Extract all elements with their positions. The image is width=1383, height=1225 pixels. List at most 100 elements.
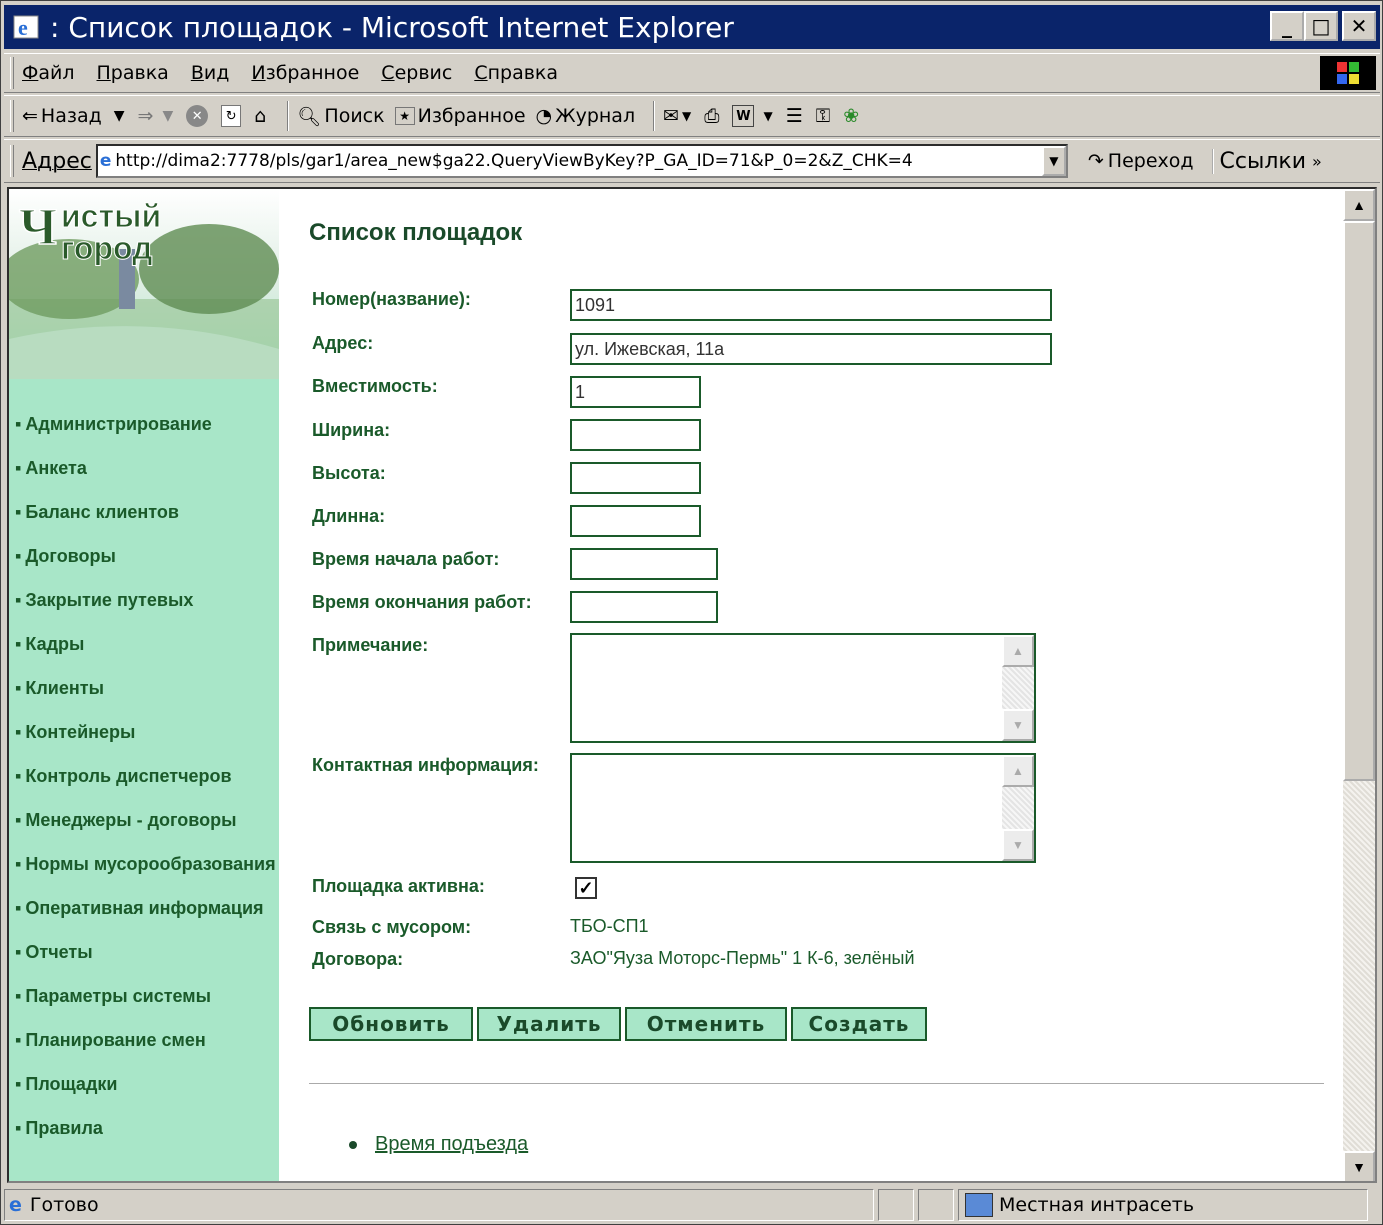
update-button[interactable]: Обновить	[309, 1007, 473, 1041]
address-dropdown-icon[interactable]: ▼	[1041, 146, 1066, 176]
contracts-label: Договора:	[312, 949, 404, 969]
bullet-icon: ▪	[15, 766, 22, 786]
sidebar-item[interactable]: ▪ Кадры	[15, 631, 277, 657]
dropdown-icon[interactable]: ▼	[162, 108, 173, 124]
number-input[interactable]: 1091	[570, 289, 1052, 321]
sidebar-item[interactable]: ▪ Менеджеры - договоры	[15, 807, 277, 833]
active-label: Площадка активна:	[312, 876, 485, 896]
sidebar-item[interactable]: ▪ Баланс клиентов	[15, 499, 277, 525]
menu-tools[interactable]: Сервис	[381, 62, 452, 84]
sidebar-item[interactable]: ▪ Отчеты	[15, 939, 277, 965]
sidebar-item[interactable]: ▪ Правила	[15, 1115, 277, 1141]
sidebar-item-label: Площадки	[25, 1074, 118, 1094]
stop-icon: ✕	[186, 105, 209, 127]
bullet-icon: ▪	[15, 414, 22, 434]
height-input[interactable]	[570, 462, 701, 494]
messenger-button[interactable]: ❀	[843, 105, 862, 127]
print-button[interactable]: ⎙	[704, 105, 722, 127]
vertical-scrollbar[interactable]: ▲ ▼	[1343, 189, 1375, 1181]
sidebar-item[interactable]: ▪ Оперативная информация	[15, 895, 277, 921]
menu-edit[interactable]: Правка	[97, 62, 169, 84]
discuss-button[interactable]: ☰	[786, 105, 806, 127]
scroll-down-icon[interactable]: ▼	[1343, 1151, 1375, 1181]
scroll-down-icon[interactable]: ▼	[1002, 709, 1034, 741]
search-button[interactable]: 🔍︎ Поиск	[297, 105, 384, 128]
stop-button[interactable]: ✕	[186, 105, 211, 127]
end-time-label: Время окончания работ:	[312, 592, 532, 612]
sidebar-item[interactable]: ▪ Площадки	[15, 1071, 277, 1097]
refresh-button[interactable]: ↻	[221, 105, 244, 127]
sidebar-item[interactable]: ▪ Администрирование	[15, 411, 277, 437]
mail-button[interactable]: ✉ ▼	[663, 105, 694, 127]
toolbar-grip	[10, 100, 14, 132]
sidebar-item[interactable]: ▪ Договоры	[15, 543, 277, 569]
forward-arrow-icon: ⇒	[137, 105, 154, 127]
contact-textarea[interactable]: ▲ ▼	[570, 753, 1036, 863]
address-input[interactable]: e http://dima2:7778/pls/gar1/area_new$ga…	[95, 144, 1068, 178]
contact-label: Контактная информация:	[312, 755, 539, 775]
browser-window: e : Список площадок - Microsoft Internet…	[0, 0, 1383, 1225]
go-button[interactable]: ↷ Переход	[1088, 150, 1194, 172]
menu-view[interactable]: Вид	[191, 62, 230, 84]
menu-help[interactable]: Справка	[474, 62, 558, 84]
garbage-label: Связь с мусором:	[312, 917, 472, 937]
scroll-up-icon[interactable]: ▲	[1002, 755, 1034, 787]
start-time-input[interactable]	[570, 548, 718, 580]
back-arrow-icon: ⇐	[22, 105, 38, 127]
minimize-button[interactable]: _	[1270, 11, 1304, 41]
address-field-label: Адрес:	[312, 333, 374, 353]
sidebar-item[interactable]: ▪ Анкета	[15, 455, 277, 481]
sidebar-item[interactable]: ▪ Контроль диспетчеров	[15, 763, 277, 789]
history-button[interactable]: ◔ Журнал	[536, 105, 636, 127]
dropdown-icon[interactable]: ▼	[682, 109, 691, 123]
research-button[interactable]: ⚿	[816, 105, 833, 127]
checkmark-icon: ✓	[578, 877, 594, 898]
address-label: Адрес	[22, 148, 92, 174]
sidebar-item[interactable]: ▪ Контейнеры	[15, 719, 277, 745]
bullet-icon: ▪	[15, 1074, 22, 1094]
delete-button[interactable]: Удалить	[477, 1007, 621, 1041]
back-label: Назад	[40, 105, 102, 127]
sidebar-item-label: Параметры системы	[25, 986, 211, 1006]
scroll-up-icon[interactable]: ▲	[1002, 635, 1034, 667]
width-input[interactable]	[570, 419, 701, 451]
favorites-label: Избранное	[417, 105, 526, 127]
status-pane: e Готово	[4, 1189, 874, 1221]
number-label: Номер(название):	[312, 289, 471, 309]
active-checkbox[interactable]: ✓	[575, 877, 597, 899]
title-bar[interactable]: e : Список площадок - Microsoft Internet…	[4, 5, 1380, 49]
scroll-up-icon[interactable]: ▲	[1343, 189, 1375, 221]
forward-button[interactable]: ⇒ ▼	[138, 105, 177, 127]
go-label: Переход	[1107, 150, 1194, 172]
menu-favorites[interactable]: Избранное	[251, 62, 359, 84]
links-button[interactable]: Ссылки »	[1211, 148, 1322, 174]
edit-button[interactable]: W ▼	[732, 105, 775, 127]
sidebar-item[interactable]: ▪ Закрытие путевых	[15, 587, 277, 613]
page-viewport: Ч истый город ▪ Администрирование ▪ Анкета ▪…	[7, 187, 1377, 1183]
capacity-input[interactable]: 1	[570, 376, 701, 408]
width-label: Ширина:	[312, 420, 391, 440]
arrival-time-link[interactable]: Время подъезда	[349, 1133, 528, 1156]
length-input[interactable]	[570, 505, 701, 537]
scroll-down-icon[interactable]: ▼	[1002, 829, 1034, 861]
dropdown-icon[interactable]: ▼	[114, 108, 125, 124]
note-textarea[interactable]: ▲ ▼	[570, 633, 1036, 743]
address-field-input[interactable]: ул. Ижевская, 11а	[570, 333, 1052, 365]
scroll-thumb[interactable]	[1343, 221, 1375, 781]
sidebar-item[interactable]: ▪ Параметры системы	[15, 983, 277, 1009]
sidebar-item[interactable]: ▪ Нормы мусорообразования	[15, 851, 277, 877]
favorites-button[interactable]: ★ Избранное	[394, 105, 526, 127]
sidebar-item[interactable]: ▪ Планирование смен	[15, 1027, 277, 1053]
end-time-input[interactable]	[570, 591, 718, 623]
maximize-button[interactable]: □	[1304, 11, 1338, 41]
sidebar-item[interactable]: ▪ Клиенты	[15, 675, 277, 701]
sidebar-item-label: Планирование смен	[25, 1030, 206, 1050]
close-button[interactable]: ✕	[1342, 11, 1376, 41]
home-button[interactable]: ⌂	[254, 105, 269, 127]
sidebar-item-label: Менеджеры - договоры	[25, 810, 237, 830]
cancel-button[interactable]: Отменить	[625, 1007, 787, 1041]
back-button[interactable]: ⇐ Назад ▼	[22, 105, 128, 127]
menu-file[interactable]: Файл	[22, 62, 75, 84]
dropdown-icon[interactable]: ▼	[763, 109, 772, 123]
create-button[interactable]: Создать	[791, 1007, 927, 1041]
